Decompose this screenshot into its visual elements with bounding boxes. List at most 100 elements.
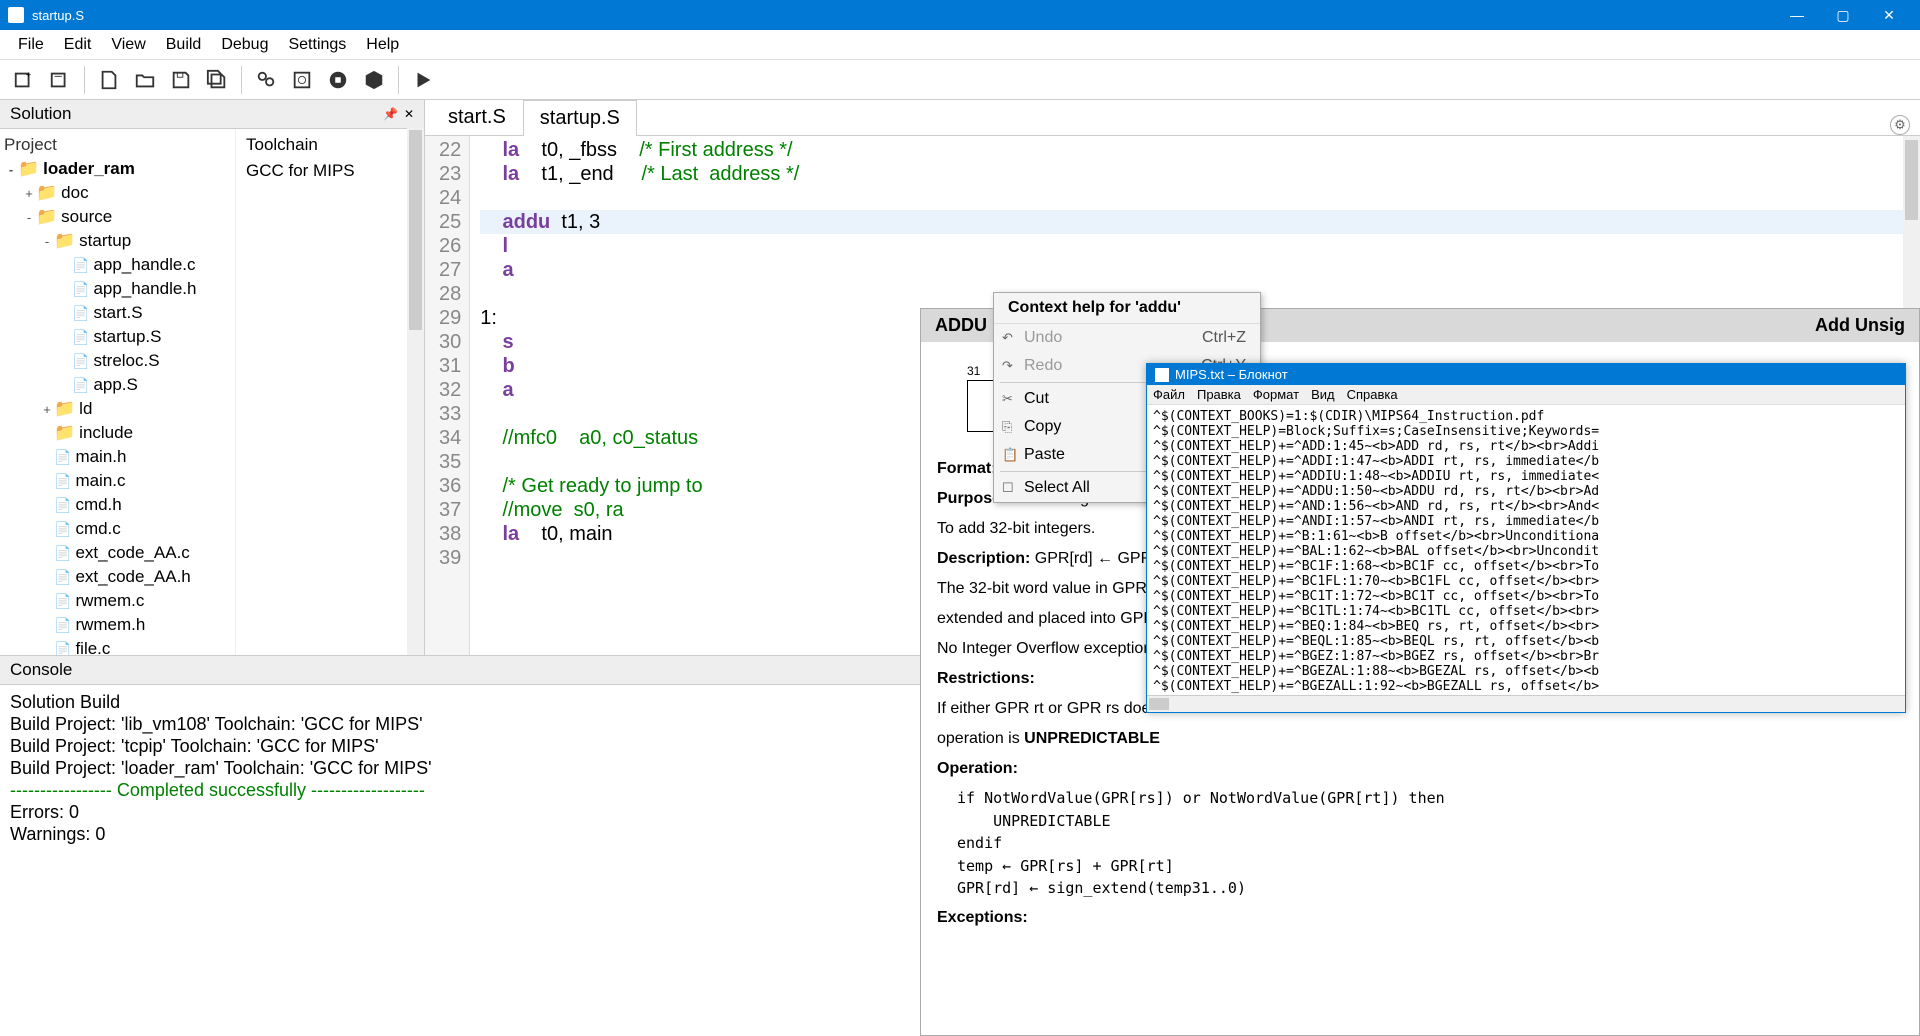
tree-file[interactable]: 📄streloc.S xyxy=(0,349,235,373)
maximize-button[interactable]: ▢ xyxy=(1820,0,1866,30)
project-tree[interactable]: Project -📁loader_ram+📁doc-📁source-📁start… xyxy=(0,129,235,655)
notepad-hscroll[interactable] xyxy=(1147,695,1905,712)
notepad-titlebar[interactable]: MIPS.txt – Блокнот xyxy=(1147,364,1905,385)
tree-file[interactable]: 📄cmd.h xyxy=(0,493,235,517)
notepad-body[interactable]: ^$(CONTEXT_BOOKS)=1:$(CDIR)\MIPS64_Instr… xyxy=(1147,405,1905,695)
tree-folder[interactable]: -📁startup xyxy=(0,229,235,253)
file-icon: 📄 xyxy=(72,329,89,346)
tree-folder[interactable]: 📁include xyxy=(0,421,235,445)
stop-build-button[interactable] xyxy=(322,64,354,96)
ctx-icon: ↷ xyxy=(1002,358,1013,374)
notepad-title: MIPS.txt – Блокнот xyxy=(1175,367,1288,382)
ctx-icon: ☐ xyxy=(1002,480,1014,496)
tree-file[interactable]: 📄rwmem.h xyxy=(0,613,235,637)
pin-icon[interactable]: 📌 xyxy=(383,107,398,121)
file-icon: 📄 xyxy=(54,545,71,562)
notepad-menu-item[interactable]: Формат xyxy=(1253,387,1299,402)
save-button[interactable] xyxy=(165,64,197,96)
run-button[interactable] xyxy=(407,64,439,96)
notepad-window[interactable]: MIPS.txt – Блокнот Файл Правка Формат Вид Сп… xyxy=(1146,363,1906,713)
menu-help[interactable]: Help xyxy=(356,32,409,58)
tree-file[interactable]: 📄file.c xyxy=(0,637,235,655)
solution-scrollbar[interactable] xyxy=(407,128,424,655)
tree-file[interactable]: 📄main.h xyxy=(0,445,235,469)
description-label: Description: xyxy=(937,550,1030,567)
toolchain-column: Toolchain GCC for MIPS xyxy=(235,129,424,655)
tree-file[interactable]: 📄ext_code_AA.h xyxy=(0,565,235,589)
tab-start-S[interactable]: start.S xyxy=(431,99,523,135)
menu-debug[interactable]: Debug xyxy=(211,32,278,58)
console-header-label: Console xyxy=(10,660,72,680)
tree-folder[interactable]: +📁doc xyxy=(0,181,235,205)
format-label: Format: xyxy=(937,460,997,477)
context-menu-title[interactable]: Context help for 'addu' xyxy=(994,293,1260,324)
notepad-menu-item[interactable]: Справка xyxy=(1347,387,1398,402)
tree-file[interactable]: 📄start.S xyxy=(0,301,235,325)
tree-file[interactable]: 📄rwmem.c xyxy=(0,589,235,613)
tree-file[interactable]: 📄app.S xyxy=(0,373,235,397)
notepad-menu-item[interactable]: Вид xyxy=(1311,387,1335,402)
tab-startup-S[interactable]: startup.S xyxy=(523,100,637,136)
open-project-button[interactable] xyxy=(44,64,76,96)
tree-label: ld xyxy=(79,399,92,419)
menu-build[interactable]: Build xyxy=(156,32,212,58)
toolbar: + xyxy=(0,60,1920,100)
new-file-button[interactable] xyxy=(93,64,125,96)
notepad-menu-item[interactable]: Файл xyxy=(1153,387,1185,402)
ctx-icon: ✂ xyxy=(1002,391,1013,407)
folder-icon: 📁 xyxy=(18,159,39,179)
minimize-button[interactable]: — xyxy=(1774,0,1820,30)
solution-header: Solution 📌 ✕ xyxy=(0,100,424,129)
tree-file[interactable]: 📄app_handle.h xyxy=(0,277,235,301)
new-project-button[interactable]: + xyxy=(8,64,40,96)
window-title: startup.S xyxy=(32,8,1774,23)
tree-folder[interactable]: -📁loader_ram xyxy=(0,157,235,181)
build-button[interactable] xyxy=(250,64,282,96)
open-file-button[interactable] xyxy=(129,64,161,96)
file-icon: 📄 xyxy=(72,305,89,322)
tree-label: startup xyxy=(79,231,131,251)
editor-settings-icon[interactable]: ⚙ xyxy=(1890,115,1910,135)
file-icon: 📄 xyxy=(54,473,71,490)
tree-label: main.h xyxy=(75,447,126,467)
tree-file[interactable]: 📄app_handle.c xyxy=(0,253,235,277)
titlebar: startup.S — ▢ ✕ xyxy=(0,0,1920,30)
save-all-button[interactable] xyxy=(201,64,233,96)
tree-label: include xyxy=(79,423,133,443)
notepad-menu-item[interactable]: Правка xyxy=(1197,387,1241,402)
help-title-right: Add Unsig xyxy=(1815,315,1905,336)
close-button[interactable]: ✕ xyxy=(1866,0,1912,30)
file-icon: 📄 xyxy=(54,617,71,634)
tree-label: ext_code_AA.c xyxy=(75,543,189,563)
tree-label: streloc.S xyxy=(93,351,159,371)
notepad-icon xyxy=(1155,368,1169,382)
tree-file[interactable]: 📄ext_code_AA.c xyxy=(0,541,235,565)
tree-file[interactable]: 📄cmd.c xyxy=(0,517,235,541)
folder-icon: 📁 xyxy=(36,183,57,203)
file-icon: 📄 xyxy=(72,377,89,394)
project-column-header: Project xyxy=(4,135,57,155)
menu-file[interactable]: File xyxy=(8,32,54,58)
menu-edit[interactable]: Edit xyxy=(54,32,102,58)
file-icon: 📄 xyxy=(54,497,71,514)
menubar: FileEditViewBuildDebugSettingsHelp xyxy=(0,30,1920,60)
file-icon: 📄 xyxy=(54,521,71,538)
menu-view[interactable]: View xyxy=(101,32,155,58)
tree-folder[interactable]: -📁source xyxy=(0,205,235,229)
svg-text:+: + xyxy=(26,70,31,80)
tree-file[interactable]: 📄main.c xyxy=(0,469,235,493)
solution-panel: Solution 📌 ✕ Project -📁loader_ram+📁doc-📁… xyxy=(0,100,425,655)
line-gutter: 222324252627282930313233343536373839 xyxy=(425,136,470,655)
toolchain-value: GCC for MIPS xyxy=(246,161,414,181)
close-panel-icon[interactable]: ✕ xyxy=(404,107,414,121)
tree-label: start.S xyxy=(93,303,142,323)
menu-settings[interactable]: Settings xyxy=(278,32,356,58)
package-button[interactable] xyxy=(358,64,390,96)
tree-label: file.c xyxy=(75,639,110,655)
tree-label: app_handle.h xyxy=(93,279,196,299)
tree-file[interactable]: 📄startup.S xyxy=(0,325,235,349)
tree-folder[interactable]: +📁ld xyxy=(0,397,235,421)
ctx-icon: ⎘ xyxy=(1002,419,1012,435)
tree-label: cmd.c xyxy=(75,519,120,539)
rebuild-button[interactable] xyxy=(286,64,318,96)
